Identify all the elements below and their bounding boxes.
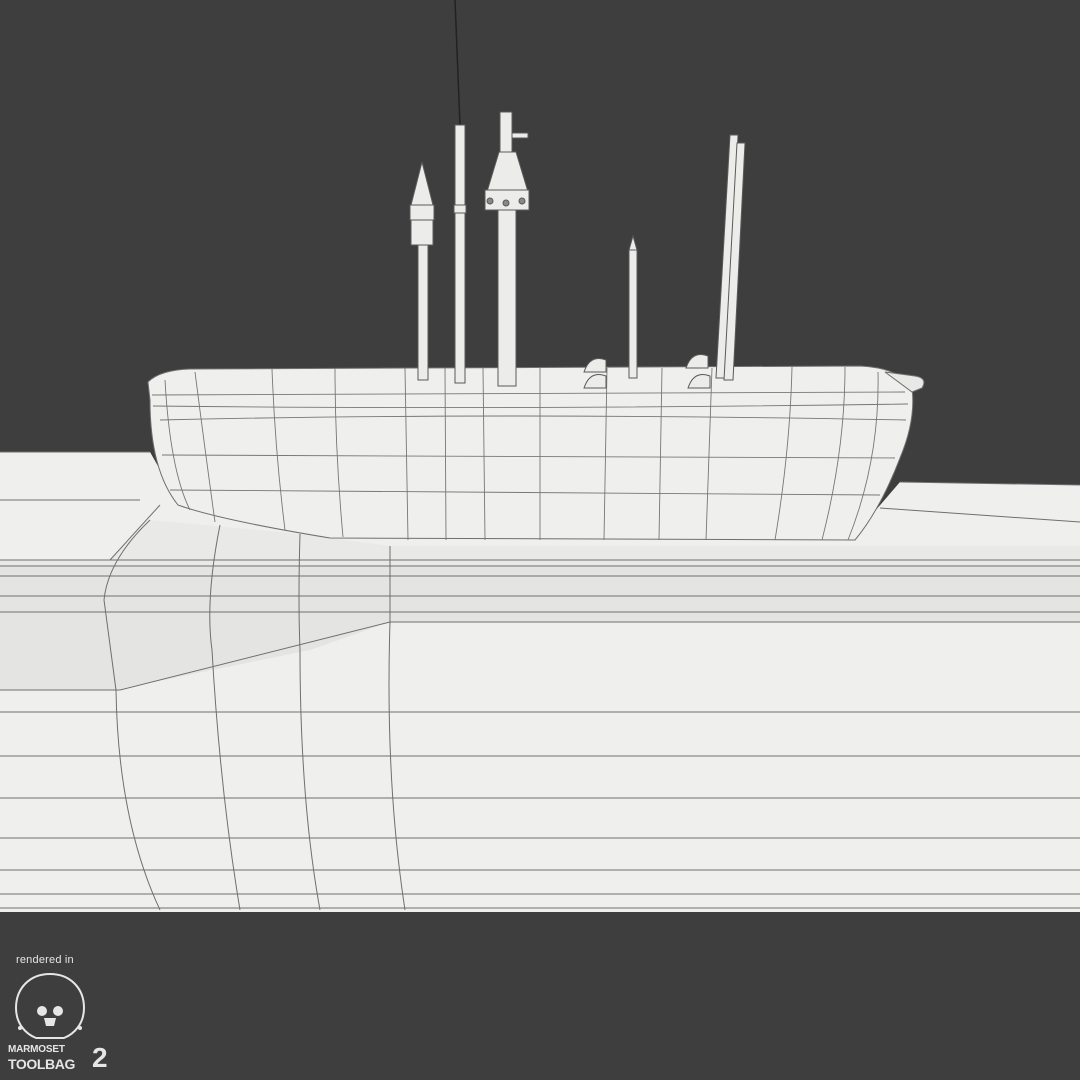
marmoset-watermark: rendered in MARMOSET TOOLBAG 2 xyxy=(8,954,128,1074)
marmoset-logo-icon xyxy=(14,972,86,1039)
brand-name-line2: TOOLBAG xyxy=(8,1056,75,1072)
sail xyxy=(147,365,925,541)
brand-name-line1: MARMOSET xyxy=(8,1044,65,1055)
rendered-in-label: rendered in xyxy=(16,954,74,966)
brand-version: 2 xyxy=(92,1042,108,1073)
submarine-wireframe-render xyxy=(0,0,1080,1080)
